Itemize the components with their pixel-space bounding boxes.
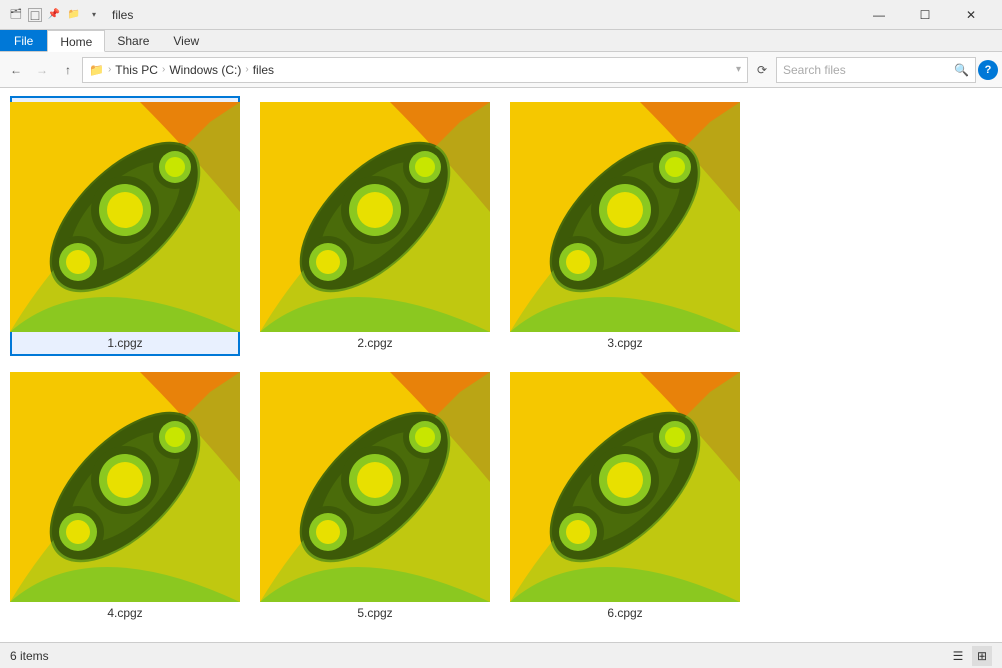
- file-grid: 1.cpgz 2.cpgz: [0, 88, 1002, 642]
- search-placeholder: Search files: [783, 63, 950, 77]
- address-bar[interactable]: 📁 › This PC › Windows (C:) › files ▾: [82, 57, 748, 83]
- file-name: 6.cpgz: [607, 606, 642, 620]
- title-bar: 🗂 □ 📌 📁 ▾ files — ☐ ✕: [0, 0, 1002, 30]
- view-controls: ☰ ⊞: [948, 646, 992, 666]
- addr-chevron: ›: [108, 64, 111, 75]
- file-name: 5.cpgz: [357, 606, 392, 620]
- window-controls: — ☐ ✕: [856, 0, 994, 30]
- new-icon: □: [28, 8, 42, 22]
- addr-folder-icon: 📁: [89, 63, 104, 77]
- tab-share[interactable]: Share: [105, 30, 161, 51]
- file-name: 4.cpgz: [107, 606, 142, 620]
- forward-button[interactable]: →: [30, 57, 54, 83]
- item-count: 6 items: [10, 649, 49, 663]
- file-thumbnail: [510, 372, 740, 602]
- file-item[interactable]: 5.cpgz: [260, 366, 490, 626]
- status-bar: 6 items ☰ ⊞: [0, 642, 1002, 668]
- file-thumbnail: [10, 372, 240, 602]
- folder-icon: 📁: [66, 7, 82, 23]
- tab-file[interactable]: File: [0, 30, 47, 51]
- minimize-button[interactable]: —: [856, 0, 902, 30]
- file-item[interactable]: 4.cpgz: [10, 366, 240, 626]
- pin-icon: 📌: [46, 7, 62, 23]
- addr-sep2: ›: [245, 64, 248, 75]
- main-area: 1.cpgz 2.cpgz: [0, 88, 1002, 642]
- addr-sep1: ›: [162, 64, 165, 75]
- file-thumbnail: [10, 102, 240, 332]
- file-name: 1.cpgz: [107, 336, 142, 350]
- search-icon: 🔍: [954, 63, 969, 77]
- file-item[interactable]: 6.cpgz: [510, 366, 740, 626]
- details-view-button[interactable]: ☰: [948, 646, 968, 666]
- window-icon: 🗂: [8, 7, 24, 23]
- close-button[interactable]: ✕: [948, 0, 994, 30]
- search-bar[interactable]: Search files 🔍: [776, 57, 976, 83]
- ribbon-tabs: File Home Share View: [0, 30, 1002, 52]
- file-name: 3.cpgz: [607, 336, 642, 350]
- title-bar-icons: 🗂 □ 📌 📁 ▾: [8, 7, 102, 23]
- file-thumbnail: [260, 102, 490, 332]
- window-title: files: [112, 8, 133, 22]
- file-thumbnail: [260, 372, 490, 602]
- tab-home[interactable]: Home: [47, 30, 105, 52]
- file-item[interactable]: 1.cpgz: [10, 96, 240, 356]
- refresh-button[interactable]: ⟳: [750, 57, 774, 83]
- file-name: 2.cpgz: [357, 336, 392, 350]
- up-button[interactable]: ↑: [56, 57, 80, 83]
- file-thumbnail: [510, 102, 740, 332]
- file-item[interactable]: 3.cpgz: [510, 96, 740, 356]
- back-button[interactable]: ←: [4, 57, 28, 83]
- file-item[interactable]: 2.cpgz: [260, 96, 490, 356]
- help-button[interactable]: ?: [978, 60, 998, 80]
- addr-windows-c: Windows (C:): [169, 63, 241, 77]
- toolbar: ← → ↑ 📁 › This PC › Windows (C:) › files…: [0, 52, 1002, 88]
- maximize-button[interactable]: ☐: [902, 0, 948, 30]
- dropdown-icon[interactable]: ▾: [86, 7, 102, 23]
- tab-view[interactable]: View: [161, 30, 211, 51]
- addr-dropdown-icon[interactable]: ▾: [736, 64, 741, 75]
- large-icons-view-button[interactable]: ⊞: [972, 646, 992, 666]
- addr-files: files: [253, 63, 274, 77]
- addr-this-pc: This PC: [115, 63, 158, 77]
